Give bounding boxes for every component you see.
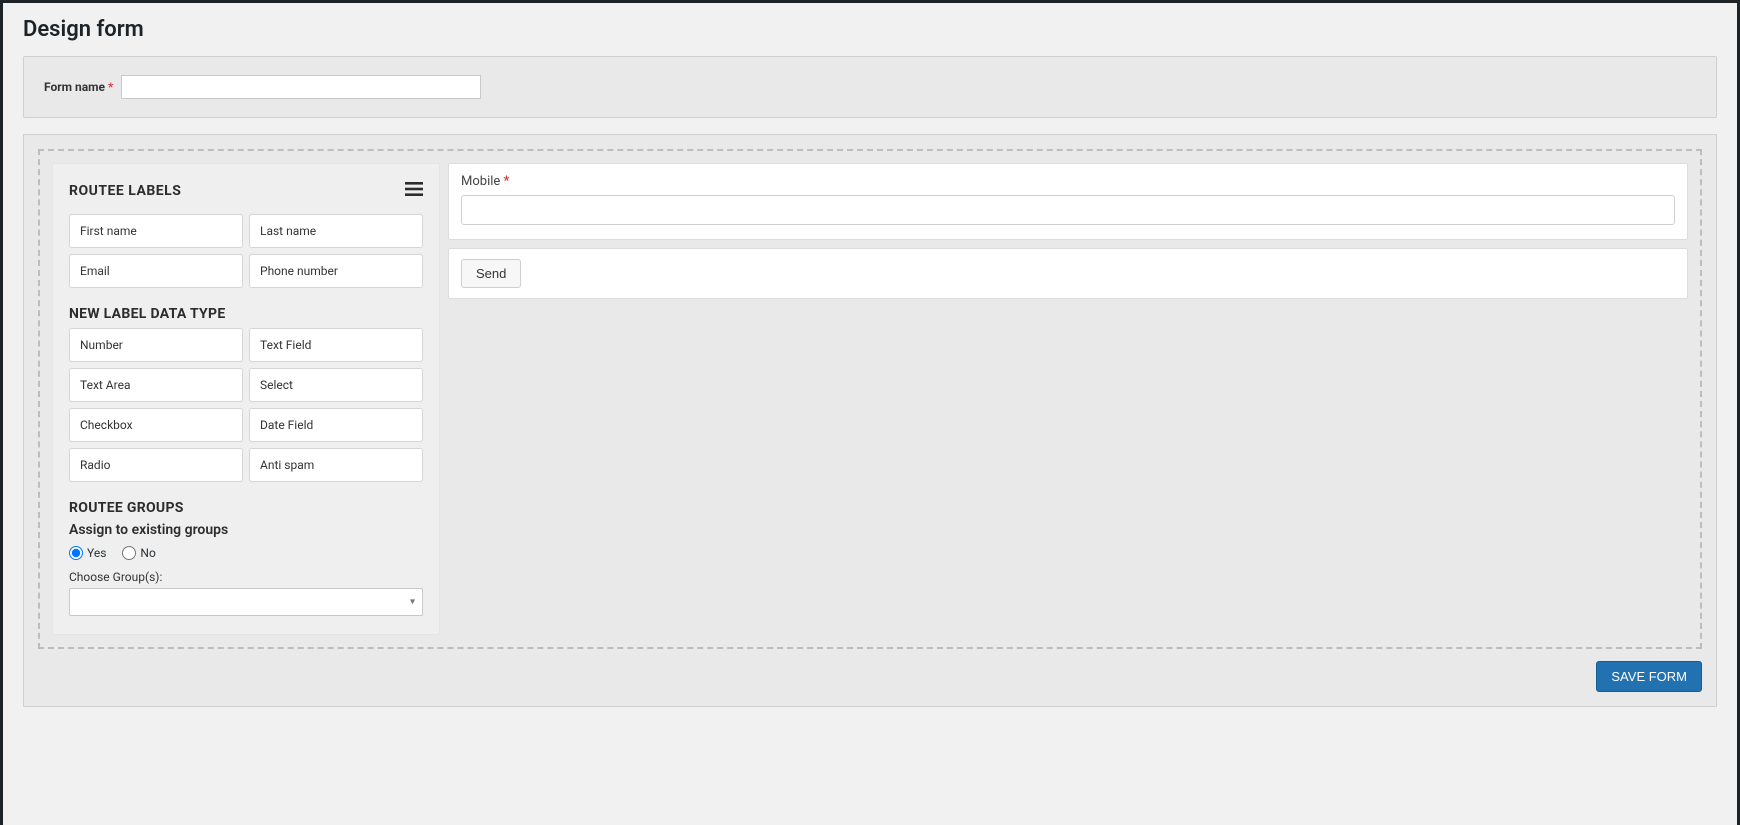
hamburger-icon[interactable] — [405, 182, 423, 200]
chip-anti-spam[interactable]: Anti spam — [249, 448, 423, 482]
mobile-input[interactable] — [461, 195, 1675, 225]
choose-groups-label: Choose Group(s): — [69, 570, 423, 584]
routee-groups-title: ROUTEE GROUPS — [69, 500, 423, 516]
preview-mobile-box: Mobile * — [448, 163, 1688, 240]
chip-checkbox[interactable]: Checkbox — [69, 408, 243, 442]
mobile-field-label: Mobile * — [461, 174, 1675, 189]
required-indicator: * — [108, 80, 113, 94]
assign-radio-group: Yes No — [69, 546, 423, 560]
new-label-grid: Number Text Field Text Area Select Check… — [69, 328, 423, 482]
send-button[interactable]: Send — [461, 259, 521, 288]
chip-email[interactable]: Email — [69, 254, 243, 288]
routee-labels-title: ROUTEE LABELS — [69, 183, 181, 199]
form-name-input[interactable] — [121, 75, 481, 99]
assign-yes-radio[interactable] — [69, 546, 83, 560]
chip-text-field[interactable]: Text Field — [249, 328, 423, 362]
mobile-required-indicator: * — [504, 174, 510, 189]
chip-phone[interactable]: Phone number — [249, 254, 423, 288]
preview-send-box: Send — [448, 248, 1688, 299]
chip-date-field[interactable]: Date Field — [249, 408, 423, 442]
left-panel: ROUTEE LABELS First name Last name Email… — [52, 163, 440, 635]
chip-last-name[interactable]: Last name — [249, 214, 423, 248]
chip-select[interactable]: Select — [249, 368, 423, 402]
assign-yes-label[interactable]: Yes — [69, 546, 106, 560]
chip-text-area[interactable]: Text Area — [69, 368, 243, 402]
chip-first-name[interactable]: First name — [69, 214, 243, 248]
assign-no-text: No — [140, 546, 155, 560]
chip-radio[interactable]: Radio — [69, 448, 243, 482]
assign-yes-text: Yes — [87, 546, 106, 560]
design-canvas: ROUTEE LABELS First name Last name Email… — [38, 149, 1702, 649]
design-area: ROUTEE LABELS First name Last name Email… — [23, 134, 1717, 707]
form-name-label: Form name * — [44, 80, 113, 94]
routee-labels-grid: First name Last name Email Phone number — [69, 214, 423, 288]
chip-number[interactable]: Number — [69, 328, 243, 362]
form-name-card: Form name * — [23, 56, 1717, 118]
preview-column: Mobile * Send — [448, 163, 1688, 299]
assign-no-label[interactable]: No — [122, 546, 155, 560]
assign-no-radio[interactable] — [122, 546, 136, 560]
page-title: Design form — [23, 17, 1717, 42]
save-form-button[interactable]: SAVE FORM — [1596, 661, 1702, 692]
choose-groups-select[interactable] — [69, 588, 423, 616]
assign-subtitle: Assign to existing groups — [69, 522, 423, 538]
new-label-title: NEW LABEL DATA TYPE — [69, 306, 423, 322]
